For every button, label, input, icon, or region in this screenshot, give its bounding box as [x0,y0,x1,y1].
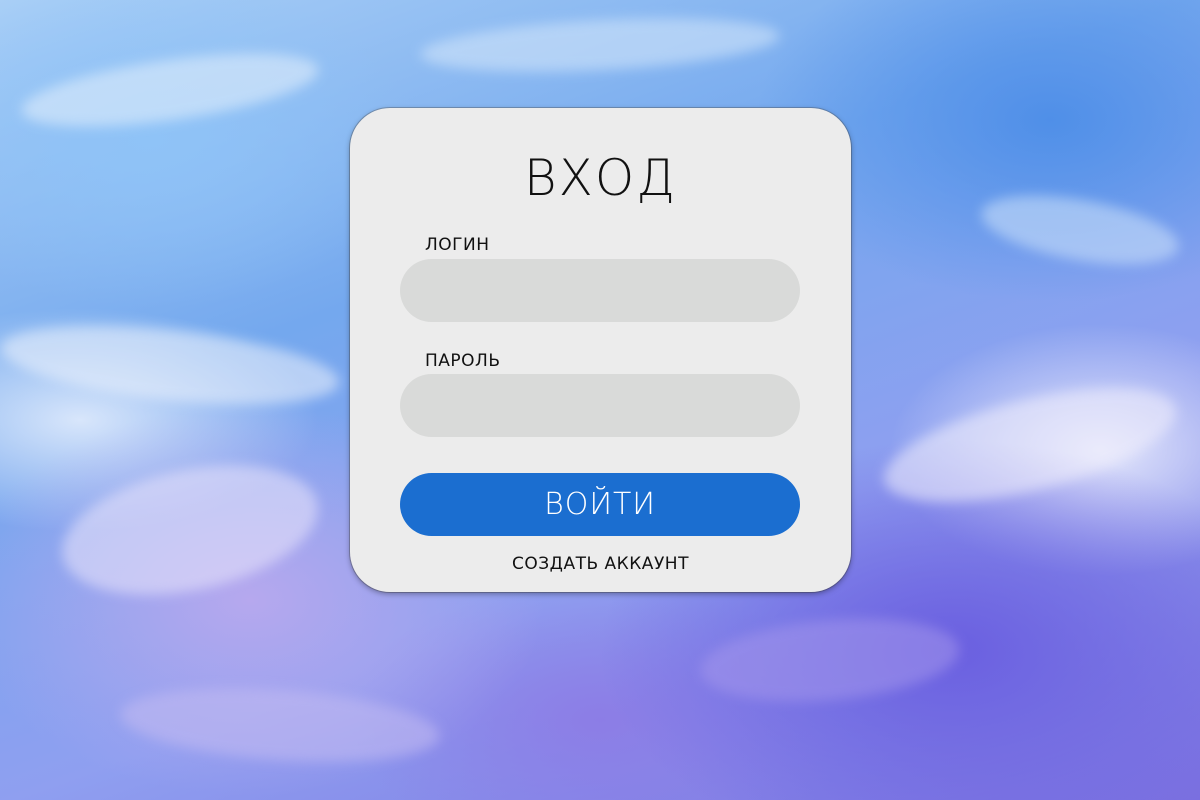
login-card: ВХОД ЛОГИН ПАРОЛЬ ВОЙТИ СОЗДАТЬ АККАУНТ [350,108,851,592]
paint-stroke [418,10,782,80]
login-input[interactable] [400,259,800,322]
paint-stroke [50,444,330,616]
paint-stroke [17,39,323,141]
paint-stroke [873,365,1187,525]
login-label: ЛОГИН [425,235,490,255]
password-label: ПАРОЛЬ [425,351,501,371]
password-input[interactable] [400,374,800,437]
paint-stroke [976,183,1184,277]
page-title: ВХОД [523,149,678,207]
paint-stroke [0,312,343,418]
paint-stroke [117,678,443,772]
paint-stroke [697,608,963,712]
create-account-link[interactable]: СОЗДАТЬ АККАУНТ [350,554,851,574]
login-button[interactable]: ВОЙТИ [400,473,800,536]
